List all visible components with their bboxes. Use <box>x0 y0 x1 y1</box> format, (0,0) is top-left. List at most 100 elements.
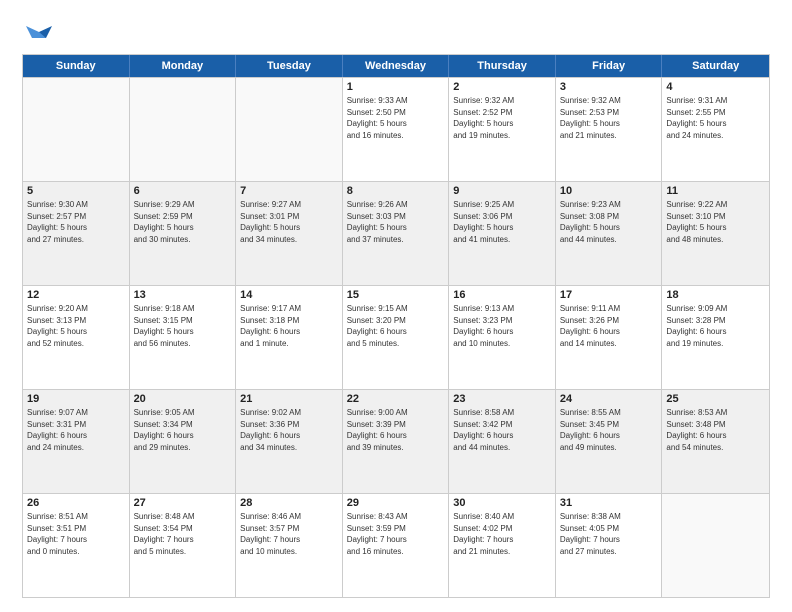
cal-cell: 19 Sunrise: 9:07 AM Sunset: 3:31 PM Dayli… <box>23 390 130 493</box>
cal-cell: 14Sunrise: 9:17 AM Sunset: 3:18 PM Dayli… <box>236 286 343 389</box>
day-number: 29 <box>347 497 445 509</box>
cell-info: Sunrise: 9:20 AM Sunset: 3:13 PM Dayligh… <box>27 303 125 349</box>
day-number: 1 <box>347 81 445 93</box>
day-header-wednesday: Wednesday <box>343 55 450 77</box>
day-number: 19 <box>27 393 125 405</box>
day-number: 16 <box>453 289 551 301</box>
calendar: SundayMondayTuesdayWednesdayThursdayFrid… <box>22 54 770 598</box>
cal-cell <box>130 78 237 181</box>
cal-cell: 11 Sunrise: 9:22 AM Sunset: 3:10 PM Dayli… <box>662 182 769 285</box>
cell-info: Sunrise: 9:33 AM Sunset: 2:50 PM Dayligh… <box>347 95 445 141</box>
cal-cell: 25 Sunrise: 8:53 AM Sunset: 3:48 PM Dayli… <box>662 390 769 493</box>
cell-info: Sunrise: 8:55 AM Sunset: 3:45 PM Dayligh… <box>560 407 658 453</box>
day-number: 11 <box>666 185 765 197</box>
cal-cell: 6 Sunrise: 9:29 AM Sunset: 2:59 PM Daylig… <box>130 182 237 285</box>
day-number: 4 <box>666 81 765 93</box>
cal-cell: 9 Sunrise: 9:25 AM Sunset: 3:06 PM Daylig… <box>449 182 556 285</box>
cal-cell: 29 Sunrise: 8:43 AM Sunset: 3:59 PM Dayli… <box>343 494 450 597</box>
day-number: 10 <box>560 185 658 197</box>
cal-cell: 2 Sunrise: 9:32 AM Sunset: 2:52 PM Daylig… <box>449 78 556 181</box>
cal-cell: 27 Sunrise: 8:48 AM Sunset: 3:54 PM Dayli… <box>130 494 237 597</box>
day-number: 20 <box>134 393 232 405</box>
logo-icon <box>26 18 52 44</box>
day-header-thursday: Thursday <box>449 55 556 77</box>
day-number: 8 <box>347 185 445 197</box>
cal-cell: 20Sunrise: 9:05 AM Sunset: 3:34 PM Dayli… <box>130 390 237 493</box>
cal-cell <box>662 494 769 597</box>
cell-info: Sunrise: 8:48 AM Sunset: 3:54 PM Dayligh… <box>134 511 232 557</box>
calendar-body: 1 Sunrise: 9:33 AM Sunset: 2:50 PM Daylig… <box>23 77 769 597</box>
cell-info: Sunrise: 8:40 AM Sunset: 4:02 PM Dayligh… <box>453 511 551 557</box>
day-header-tuesday: Tuesday <box>236 55 343 77</box>
week-row-1: 1 Sunrise: 9:33 AM Sunset: 2:50 PM Daylig… <box>23 77 769 181</box>
cell-info: Sunrise: 8:51 AM Sunset: 3:51 PM Dayligh… <box>27 511 125 557</box>
day-number: 21 <box>240 393 338 405</box>
cell-info: Sunrise: 9:07 AM Sunset: 3:31 PM Dayligh… <box>27 407 125 453</box>
day-number: 30 <box>453 497 551 509</box>
cell-info: Sunrise: 9:02 AM Sunset: 3:36 PM Dayligh… <box>240 407 338 453</box>
cal-cell: 23 Sunrise: 8:58 AM Sunset: 3:42 PM Dayli… <box>449 390 556 493</box>
cal-cell: 13Sunrise: 9:18 AM Sunset: 3:15 PM Dayli… <box>130 286 237 389</box>
day-number: 14 <box>240 289 338 301</box>
cell-info: Sunrise: 8:53 AM Sunset: 3:48 PM Dayligh… <box>666 407 765 453</box>
day-number: 22 <box>347 393 445 405</box>
cell-info: Sunrise: 9:32 AM Sunset: 2:53 PM Dayligh… <box>560 95 658 141</box>
cell-info: Sunrise: 8:38 AM Sunset: 4:05 PM Dayligh… <box>560 511 658 557</box>
cal-cell: 17Sunrise: 9:11 AM Sunset: 3:26 PM Dayli… <box>556 286 663 389</box>
day-number: 31 <box>560 497 658 509</box>
cell-info: Sunrise: 9:31 AM Sunset: 2:55 PM Dayligh… <box>666 95 765 141</box>
day-number: 7 <box>240 185 338 197</box>
cell-info: Sunrise: 9:25 AM Sunset: 3:06 PM Dayligh… <box>453 199 551 245</box>
day-header-sunday: Sunday <box>23 55 130 77</box>
day-number: 27 <box>134 497 232 509</box>
week-row-3: 12 Sunrise: 9:20 AM Sunset: 3:13 PM Dayli… <box>23 285 769 389</box>
cal-cell <box>236 78 343 181</box>
day-number: 6 <box>134 185 232 197</box>
header <box>22 18 770 44</box>
cell-info: Sunrise: 8:58 AM Sunset: 3:42 PM Dayligh… <box>453 407 551 453</box>
cal-cell: 3 Sunrise: 9:32 AM Sunset: 2:53 PM Daylig… <box>556 78 663 181</box>
cell-info: Sunrise: 9:22 AM Sunset: 3:10 PM Dayligh… <box>666 199 765 245</box>
day-number: 18 <box>666 289 765 301</box>
cal-cell: 7 Sunrise: 9:27 AM Sunset: 3:01 PM Daylig… <box>236 182 343 285</box>
cell-info: Sunrise: 8:46 AM Sunset: 3:57 PM Dayligh… <box>240 511 338 557</box>
cell-info: Sunrise: 9:27 AM Sunset: 3:01 PM Dayligh… <box>240 199 338 245</box>
cal-cell: 28Sunrise: 8:46 AM Sunset: 3:57 PM Dayli… <box>236 494 343 597</box>
cell-info: Sunrise: 8:43 AM Sunset: 3:59 PM Dayligh… <box>347 511 445 557</box>
cal-cell <box>23 78 130 181</box>
day-number: 26 <box>27 497 125 509</box>
calendar-header: SundayMondayTuesdayWednesdayThursdayFrid… <box>23 55 769 77</box>
day-header-saturday: Saturday <box>662 55 769 77</box>
day-number: 24 <box>560 393 658 405</box>
cell-info: Sunrise: 9:32 AM Sunset: 2:52 PM Dayligh… <box>453 95 551 141</box>
cell-info: Sunrise: 9:29 AM Sunset: 2:59 PM Dayligh… <box>134 199 232 245</box>
week-row-4: 19 Sunrise: 9:07 AM Sunset: 3:31 PM Dayli… <box>23 389 769 493</box>
day-number: 15 <box>347 289 445 301</box>
cal-cell: 26 Sunrise: 8:51 AM Sunset: 3:51 PM Dayli… <box>23 494 130 597</box>
day-header-monday: Monday <box>130 55 237 77</box>
week-row-2: 5Sunrise: 9:30 AM Sunset: 2:57 PM Daylig… <box>23 181 769 285</box>
cell-info: Sunrise: 9:09 AM Sunset: 3:28 PM Dayligh… <box>666 303 765 349</box>
page: SundayMondayTuesdayWednesdayThursdayFrid… <box>0 0 792 612</box>
day-header-friday: Friday <box>556 55 663 77</box>
day-number: 12 <box>27 289 125 301</box>
day-number: 23 <box>453 393 551 405</box>
day-number: 3 <box>560 81 658 93</box>
cell-info: Sunrise: 9:30 AM Sunset: 2:57 PM Dayligh… <box>27 199 125 245</box>
day-number: 2 <box>453 81 551 93</box>
cell-info: Sunrise: 9:15 AM Sunset: 3:20 PM Dayligh… <box>347 303 445 349</box>
day-number: 9 <box>453 185 551 197</box>
cell-info: Sunrise: 9:13 AM Sunset: 3:23 PM Dayligh… <box>453 303 551 349</box>
cal-cell: 4 Sunrise: 9:31 AM Sunset: 2:55 PM Daylig… <box>662 78 769 181</box>
cell-info: Sunrise: 9:26 AM Sunset: 3:03 PM Dayligh… <box>347 199 445 245</box>
cal-cell: 15 Sunrise: 9:15 AM Sunset: 3:20 PM Dayli… <box>343 286 450 389</box>
cal-cell: 31 Sunrise: 8:38 AM Sunset: 4:05 PM Dayli… <box>556 494 663 597</box>
cal-cell: 21 Sunrise: 9:02 AM Sunset: 3:36 PM Dayli… <box>236 390 343 493</box>
day-number: 17 <box>560 289 658 301</box>
cal-cell: 12 Sunrise: 9:20 AM Sunset: 3:13 PM Dayli… <box>23 286 130 389</box>
cal-cell: 18 Sunrise: 9:09 AM Sunset: 3:28 PM Dayli… <box>662 286 769 389</box>
cell-info: Sunrise: 9:23 AM Sunset: 3:08 PM Dayligh… <box>560 199 658 245</box>
week-row-5: 26 Sunrise: 8:51 AM Sunset: 3:51 PM Dayli… <box>23 493 769 597</box>
cal-cell: 10 Sunrise: 9:23 AM Sunset: 3:08 PM Dayli… <box>556 182 663 285</box>
day-number: 25 <box>666 393 765 405</box>
